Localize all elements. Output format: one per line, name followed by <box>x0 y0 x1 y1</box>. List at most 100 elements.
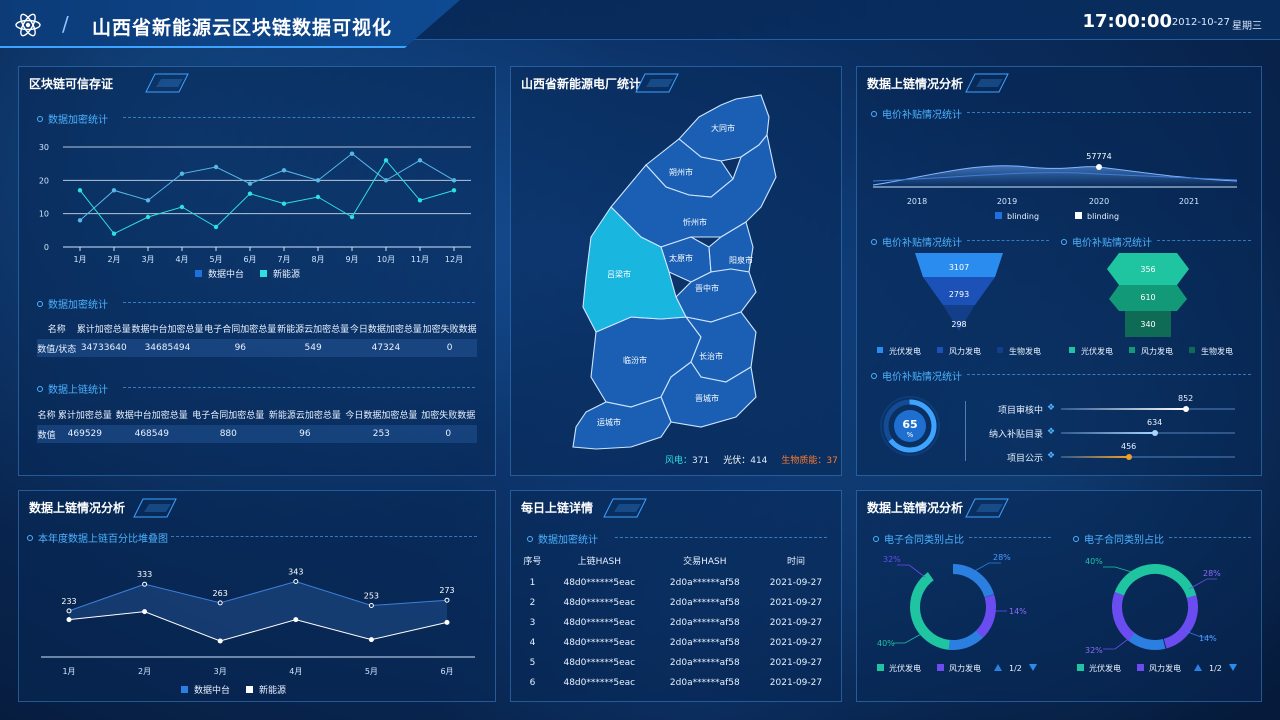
divider <box>967 240 1049 241</box>
page-next-icon[interactable] <box>1029 664 1037 671</box>
gauge-unit: % <box>907 431 914 439</box>
legend-label: blinding <box>1087 212 1119 221</box>
map-city-label: 朔州市 <box>669 167 693 177</box>
donut-label: 28% <box>1203 569 1221 578</box>
data-point <box>77 188 83 193</box>
divider <box>615 537 827 538</box>
table-cell: 5 <box>529 658 536 668</box>
y-tick: 20 <box>39 176 49 185</box>
table-header-cell: 累计加密总量 <box>76 324 131 335</box>
page-prev-icon[interactable] <box>1194 664 1202 671</box>
donut-label: 40% <box>1085 557 1103 566</box>
table-row[interactable]: 3 48d0******5eac 2d0a******af58 2021-09-27 <box>519 613 835 633</box>
table-cell: 48d0******5eac <box>563 578 636 588</box>
legend-item-platform[interactable]: 数据中台 <box>195 267 244 280</box>
data-point <box>293 579 299 585</box>
atom-icon <box>15 13 41 37</box>
table-cell: 96 <box>203 339 277 357</box>
legend-swatch <box>877 664 884 671</box>
data-label: 343 <box>288 568 303 577</box>
donut-2: 40% 28% 14% 32% <box>1085 557 1221 655</box>
subtitle-text: 电价补贴情况统计 <box>882 372 962 383</box>
divider <box>969 537 1051 538</box>
legend-swatch <box>937 664 944 671</box>
data-point <box>145 214 151 220</box>
area-chart-subsidy: 57774 2018 2019 2020 2021 blinding blind… <box>872 152 1238 221</box>
data-point <box>368 603 374 609</box>
gauge-value: 65 <box>902 418 917 431</box>
header: / 山西省新能源云区块链数据可视化 17:00:00 2012-10-27 星期… <box>0 0 1280 52</box>
panel-chain-analysis: 数据上链情况分析 电价补贴情况统计 57774 2018 2019 2020 2… <box>856 66 1262 476</box>
table-header-cell: 交易HASH <box>683 556 727 567</box>
table-cell: 47324 <box>349 339 423 357</box>
table-cell: 数值 <box>37 425 57 443</box>
table-row[interactable]: 5 48d0******5eac 2d0a******af58 2021-09-27 <box>519 653 835 673</box>
panel-blockchain-evidence: 区块链可信存证 数据加密统计 0 10 20 30 1月 2月 3月 4月 5月 6月 7月 8月 9月… <box>18 66 496 476</box>
x-tick: 4月 <box>289 667 302 676</box>
divider <box>1169 537 1251 538</box>
table-header-cell: 累计加密总量 <box>57 410 112 421</box>
bar-knob[interactable] <box>1152 430 1158 436</box>
data-point <box>281 168 287 173</box>
funnels: 3107 2793 298 356 610 340 光伏发电 风力发电 生物发电… <box>877 253 1233 356</box>
peak-label: 57774 <box>1086 152 1111 161</box>
divider <box>965 401 966 461</box>
data-point <box>417 198 423 203</box>
data-point <box>383 158 389 163</box>
x-tick: 1月 <box>62 667 75 676</box>
panel-daily-chain: 每日上链详情 数据加密统计 序号 上链HASH 交易HASH 时间 1 48d0*****… <box>510 490 842 702</box>
donut-1: 32% 28% 14% 40% <box>877 553 1027 650</box>
legend-item-platform[interactable]: 数据中台 <box>181 683 230 696</box>
data-point <box>66 617 72 623</box>
data-label: 253 <box>364 592 379 601</box>
line-chart-encrypt: 0 10 20 30 1月 2月 3月 4月 5月 6月 7月 8月 9月 10月 11月 12月 <box>39 143 471 264</box>
bar-knob[interactable] <box>1126 454 1132 460</box>
bullet-icon <box>527 535 533 542</box>
legend-item-newenergy[interactable]: 新能源 <box>260 267 300 280</box>
divider <box>123 387 475 388</box>
table-row[interactable]: 2 48d0******5eac 2d0a******af58 2021-09-27 <box>519 593 835 613</box>
chain-table: 名称 累计加密总量 数据中台加密总量 电子合同加密总量 新能源云加密总量 今日数据加密总量… <box>37 403 477 443</box>
gauge-ring: 65 % <box>880 396 940 456</box>
data-point <box>217 600 223 606</box>
legend-label: 光伏发电 <box>889 346 921 356</box>
bar-knob[interactable] <box>1183 406 1189 412</box>
page-title: 山西省新能源云区块链数据可视化 <box>92 17 393 39</box>
legend-label: 风力发电 <box>949 663 981 673</box>
x-tick: 2021 <box>1179 197 1199 206</box>
legend-label: 数据中台 <box>208 270 245 280</box>
divider <box>1157 240 1251 241</box>
stat-label: 生物质能： <box>781 456 827 466</box>
table-header-cell: 加密失败数据 <box>421 410 476 421</box>
clock-weekday: 星期三 <box>1232 21 1262 32</box>
x-tick: 6月 <box>440 667 453 676</box>
page-prev-icon[interactable] <box>994 664 1002 671</box>
panel-title: 数据上链情况分析 <box>29 501 126 515</box>
data-point <box>111 231 117 236</box>
shanxi-map: 大同市朔州市忻州市吕梁市 太原市 阳泉市晋中市临汾市 长治市晋城市运城市 <box>572 94 777 450</box>
x-tick: 5月 <box>209 255 222 264</box>
stat-label: 光伏： <box>723 456 751 466</box>
legend-item-newenergy[interactable]: 新能源 <box>246 683 286 696</box>
table-row[interactable]: 4 48d0******5eac 2d0a******af58 2021-09-27 <box>519 633 835 653</box>
legend-label: 光伏发电 <box>889 663 921 673</box>
funnel-value: 356 <box>1140 265 1155 274</box>
x-tick: 10月 <box>377 255 395 264</box>
table-cell: 2021-09-27 <box>769 578 823 588</box>
x-tick: 4月 <box>175 255 188 264</box>
table-cell: 2021-09-27 <box>769 678 823 688</box>
x-tick: 8月 <box>311 255 324 264</box>
legend-label: 风力发电 <box>1141 346 1173 356</box>
page-next-icon[interactable] <box>1229 664 1237 671</box>
legend-swatch <box>1077 664 1084 671</box>
donut-label: 32% <box>883 555 901 564</box>
donut-label: 32% <box>1085 646 1103 655</box>
table-row[interactable]: 1 48d0******5eac 2d0a******af58 2021-09-27 <box>519 573 835 593</box>
table-row[interactable]: 6 48d0******5eac 2d0a******af58 2021-09-27 <box>519 673 835 693</box>
data-label: 273 <box>439 586 454 595</box>
subtitle-text: 数据上链统计 <box>48 385 108 396</box>
bullet-icon <box>1061 238 1067 245</box>
hash-table: 序号 上链HASH 交易HASH 时间 1 48d0******5eac 2d0a*****… <box>519 547 835 693</box>
legend-label: 新能源 <box>273 270 301 280</box>
bar-value: 852 <box>1178 394 1194 403</box>
